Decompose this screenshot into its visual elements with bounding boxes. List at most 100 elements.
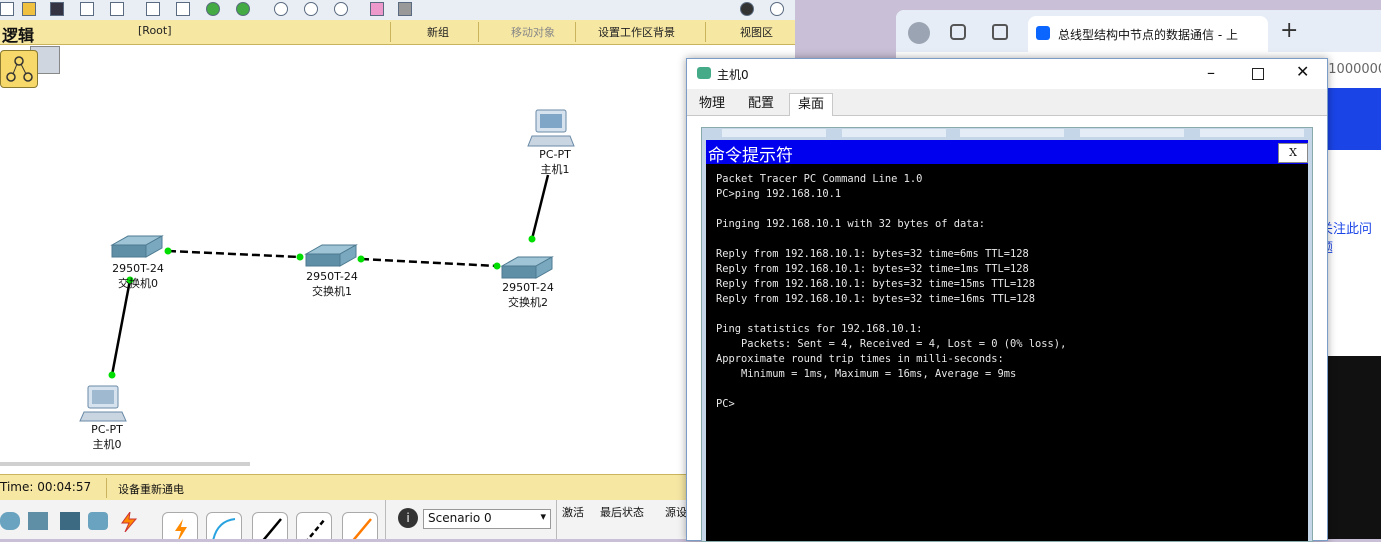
open-folder-icon[interactable] xyxy=(22,2,36,16)
column-header-fire: 激活 xyxy=(562,506,584,519)
new-cluster-button[interactable]: 新组 xyxy=(427,24,449,40)
site-favicon-icon xyxy=(1036,26,1050,40)
browser-tab-title: 总线型结构中节点的数据通信 - 上 xyxy=(1058,28,1238,42)
pc-icon-host0 xyxy=(79,385,127,422)
device-type-label: PC-PT xyxy=(539,148,571,161)
new-tab-button[interactable]: + xyxy=(1280,18,1298,43)
command-prompt-title: 命令提示符 xyxy=(708,146,793,166)
scenario-value: Scenario 0 xyxy=(428,511,492,525)
link-switch1-switch2 xyxy=(360,257,498,268)
palette-icon[interactable] xyxy=(370,2,384,16)
auto-connect-tool[interactable] xyxy=(162,512,198,539)
tab-config[interactable]: 配置 xyxy=(740,93,782,115)
zoom-out-icon[interactable] xyxy=(334,2,348,16)
page-banner xyxy=(1326,88,1381,150)
host-title-bar: 主机0 – ✕ xyxy=(687,59,1327,89)
viewport-button[interactable]: 视图区 xyxy=(740,24,773,40)
router-category-icon[interactable] xyxy=(0,512,20,530)
host-window-title: 主机0 xyxy=(717,68,749,82)
pc-icon-host1 xyxy=(527,109,575,147)
device-name-label: 主机0 xyxy=(92,438,122,451)
command-output-line: PC>ping 192.168.10.1 xyxy=(716,188,842,200)
command-prompt: 命令提示符 X Packet Tracer PC Command Line 1.… xyxy=(706,140,1308,541)
command-output[interactable]: Packet Tracer PC Command Line 1.0 PC>pin… xyxy=(716,172,1301,412)
scenario-select[interactable]: Scenario 0 ▾ xyxy=(423,509,551,529)
command-output-line: Reply from 192.168.10.1: bytes=32 time=1… xyxy=(716,263,1029,275)
command-output-line: Packet Tracer PC Command Line 1.0 xyxy=(716,173,923,185)
root-label[interactable]: [Root] xyxy=(138,24,172,37)
device-name-label: 交换机2 xyxy=(508,296,548,309)
redo-icon[interactable] xyxy=(236,2,250,16)
print-icon[interactable] xyxy=(80,2,94,16)
undo-icon[interactable] xyxy=(206,2,220,16)
crossover-cable-tool[interactable] xyxy=(296,512,332,539)
vertical-tabs-icon[interactable] xyxy=(992,24,1008,40)
command-output-line: Approximate round trip times in milli-se… xyxy=(716,353,1004,365)
command-output-line: PC> xyxy=(716,398,735,410)
command-output-line: Minimum = 1ms, Maximum = 16ms, Average =… xyxy=(716,368,1017,380)
logical-tab-label[interactable]: 逻辑 xyxy=(2,22,34,46)
switch-category-icon[interactable] xyxy=(28,512,48,530)
info-icon[interactable]: i xyxy=(398,508,418,528)
packet-tracer-window: [Root] 新组 移动对象 设置工作区背景 视图区 逻辑 PC-PT 主机1 … xyxy=(0,0,795,539)
device-type-label: 2950T-24 xyxy=(502,281,554,294)
zoom-reset-icon[interactable] xyxy=(304,2,318,16)
new-file-icon[interactable] xyxy=(0,2,14,16)
device-name-label: 交换机0 xyxy=(118,277,158,290)
desktop-area: 命令提示符 X Packet Tracer PC Command Line 1.… xyxy=(701,127,1313,542)
straight-cable-tool[interactable] xyxy=(252,512,288,539)
command-prompt-title-bar: 命令提示符 X xyxy=(706,140,1308,166)
switch-icon-2 xyxy=(500,256,554,279)
fiber-cable-tool[interactable] xyxy=(342,512,378,539)
switch-icon-1 xyxy=(304,244,358,267)
browser-tab-bar: 总线型结构中节点的数据通信 - 上 + xyxy=(896,10,1381,52)
activity-wizard-icon[interactable] xyxy=(110,2,124,16)
link-switch0-switch1 xyxy=(167,249,301,259)
connections-category-icon[interactable] xyxy=(118,511,138,533)
switch-icon-0 xyxy=(110,235,164,258)
command-output-line: Reply from 192.168.10.1: bytes=32 time=1… xyxy=(716,278,1036,290)
maximize-icon[interactable] xyxy=(1252,68,1264,80)
network-canvas[interactable] xyxy=(0,46,690,460)
tab-physical[interactable]: 物理 xyxy=(691,93,733,115)
device-type-label: 2950T-24 xyxy=(306,270,358,283)
command-output-line: Ping statistics for 192.168.10.1: xyxy=(716,323,923,335)
column-header-last-status: 最后状态 xyxy=(600,506,644,519)
save-icon[interactable] xyxy=(50,2,64,16)
tab-desktop[interactable]: 桌面 xyxy=(789,93,834,116)
chevron-down-icon: ▾ xyxy=(540,510,546,523)
power-cycle-button[interactable]: 设备重新通电 xyxy=(118,481,184,497)
close-icon[interactable]: ✕ xyxy=(1296,62,1309,81)
console-cable-tool[interactable] xyxy=(206,512,242,539)
page-fragment-number: 010000000 xyxy=(1320,62,1381,77)
command-output-line: Packets: Sent = 4, Received = 4, Lost = … xyxy=(716,338,1067,350)
host-window: 主机0 – ✕ 物理 配置 桌面 命令提示符 X Packet Tracer P… xyxy=(686,58,1328,542)
set-background-button[interactable]: 设置工作区背景 xyxy=(598,24,675,40)
custom-device-icon[interactable] xyxy=(398,2,412,16)
paste-icon[interactable] xyxy=(176,2,190,16)
realtime-bar: Time: 00:04:57 设备重新通电 xyxy=(0,474,795,501)
hub-category-icon[interactable] xyxy=(60,512,80,530)
device-type-label: PC-PT xyxy=(91,423,123,436)
page-console-preview xyxy=(1326,356,1381,539)
horizontal-scrollbar[interactable] xyxy=(0,462,250,466)
minimize-icon[interactable]: – xyxy=(1207,63,1215,82)
wireless-category-icon[interactable] xyxy=(88,512,108,530)
browser-tab-active[interactable]: 总线型结构中节点的数据通信 - 上 xyxy=(1028,16,1268,52)
command-output-line: Reply from 192.168.10.1: bytes=32 time=1… xyxy=(716,293,1036,305)
command-prompt-close-button[interactable]: X xyxy=(1278,143,1308,163)
move-object-button[interactable]: 移动对象 xyxy=(511,24,555,40)
device-type-label: 2950T-24 xyxy=(112,262,164,275)
profile-avatar[interactable] xyxy=(908,22,930,44)
time-label: Time: 00:04:57 xyxy=(0,480,92,494)
info-icon[interactable] xyxy=(740,2,754,16)
copy-icon[interactable] xyxy=(146,2,160,16)
link-switch0-host0 xyxy=(110,279,132,376)
device-panel: i Scenario 0 ▾ 激活 最后状态 源设 xyxy=(0,500,795,539)
column-header-source: 源设 xyxy=(665,506,687,519)
workspaces-icon[interactable] xyxy=(950,24,966,40)
link-switch2-host1 xyxy=(530,174,550,240)
zoom-in-icon[interactable] xyxy=(274,2,288,16)
help-icon[interactable] xyxy=(770,2,784,16)
follow-question-link[interactable]: 关注此问题 xyxy=(1320,218,1381,256)
